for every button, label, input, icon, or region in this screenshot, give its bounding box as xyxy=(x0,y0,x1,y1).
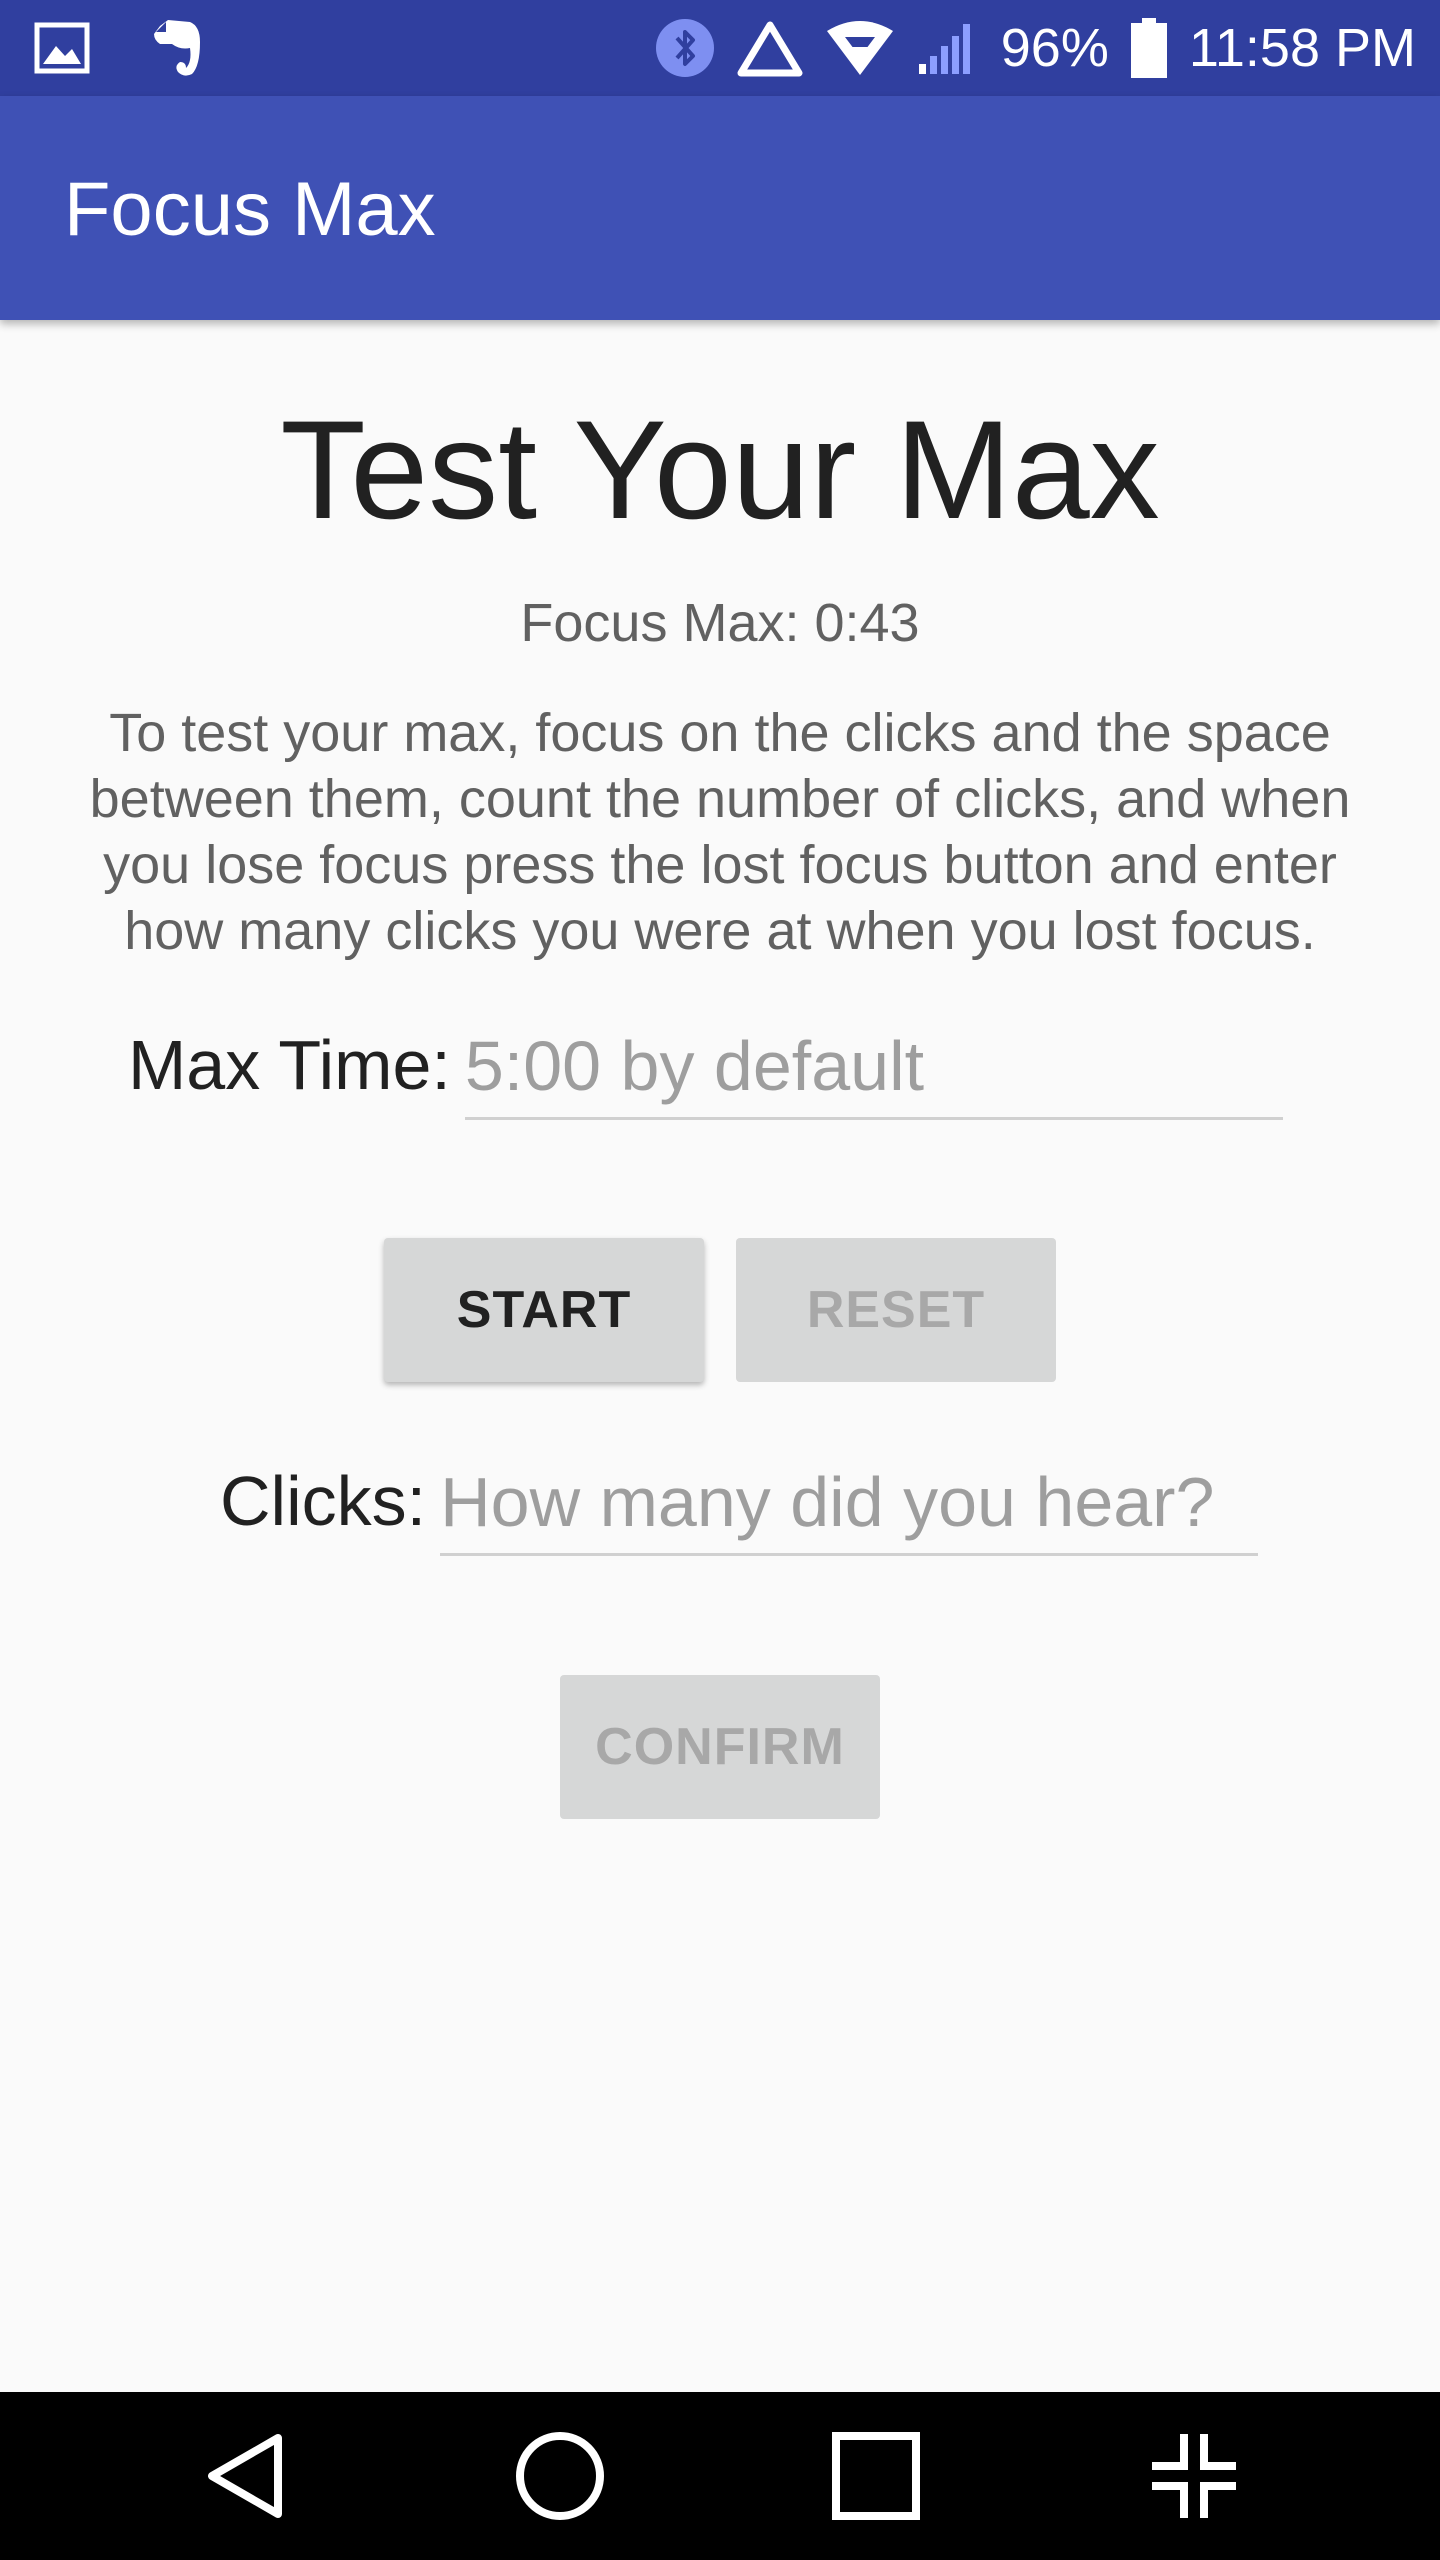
reset-button[interactable]: RESET xyxy=(736,1238,1056,1382)
battery-percent: 96% xyxy=(1000,18,1109,78)
recents-icon[interactable] xyxy=(826,2426,926,2526)
app-bar: Focus Max xyxy=(0,96,1440,320)
evernote-icon xyxy=(150,18,204,78)
cell-signal-icon xyxy=(917,20,979,76)
battery-icon xyxy=(1130,18,1167,78)
status-bar: 96% 11:58 PM xyxy=(0,0,1440,96)
alert-triangle-icon xyxy=(737,19,803,77)
clock: 11:58 PM xyxy=(1188,18,1416,78)
max-time-input[interactable] xyxy=(464,1030,1283,1120)
max-time-label: Max Time: xyxy=(128,1026,451,1104)
app-title: Focus Max xyxy=(64,167,436,252)
collapse-icon[interactable] xyxy=(1144,2426,1244,2526)
focus-max-readout: Focus Max: 0:43 xyxy=(520,593,920,653)
home-icon[interactable] xyxy=(510,2426,610,2526)
gallery-icon xyxy=(34,22,90,74)
confirm-button[interactable]: CONFIRM xyxy=(560,1675,880,1819)
navigation-bar xyxy=(0,2392,1440,2560)
instructions-text: To test your max, focus on the clicks an… xyxy=(89,703,1351,961)
start-button[interactable]: START xyxy=(384,1238,704,1382)
back-icon[interactable] xyxy=(196,2426,296,2526)
clicks-input[interactable] xyxy=(440,1466,1259,1556)
max-time-row: Max Time: xyxy=(128,1030,1283,1120)
wifi-icon xyxy=(825,19,895,77)
page-title: Test Your Max xyxy=(280,391,1160,548)
bluetooth-icon xyxy=(655,18,715,78)
clicks-label: Clicks: xyxy=(220,1462,427,1540)
clicks-row: Clicks: xyxy=(220,1462,1259,1556)
